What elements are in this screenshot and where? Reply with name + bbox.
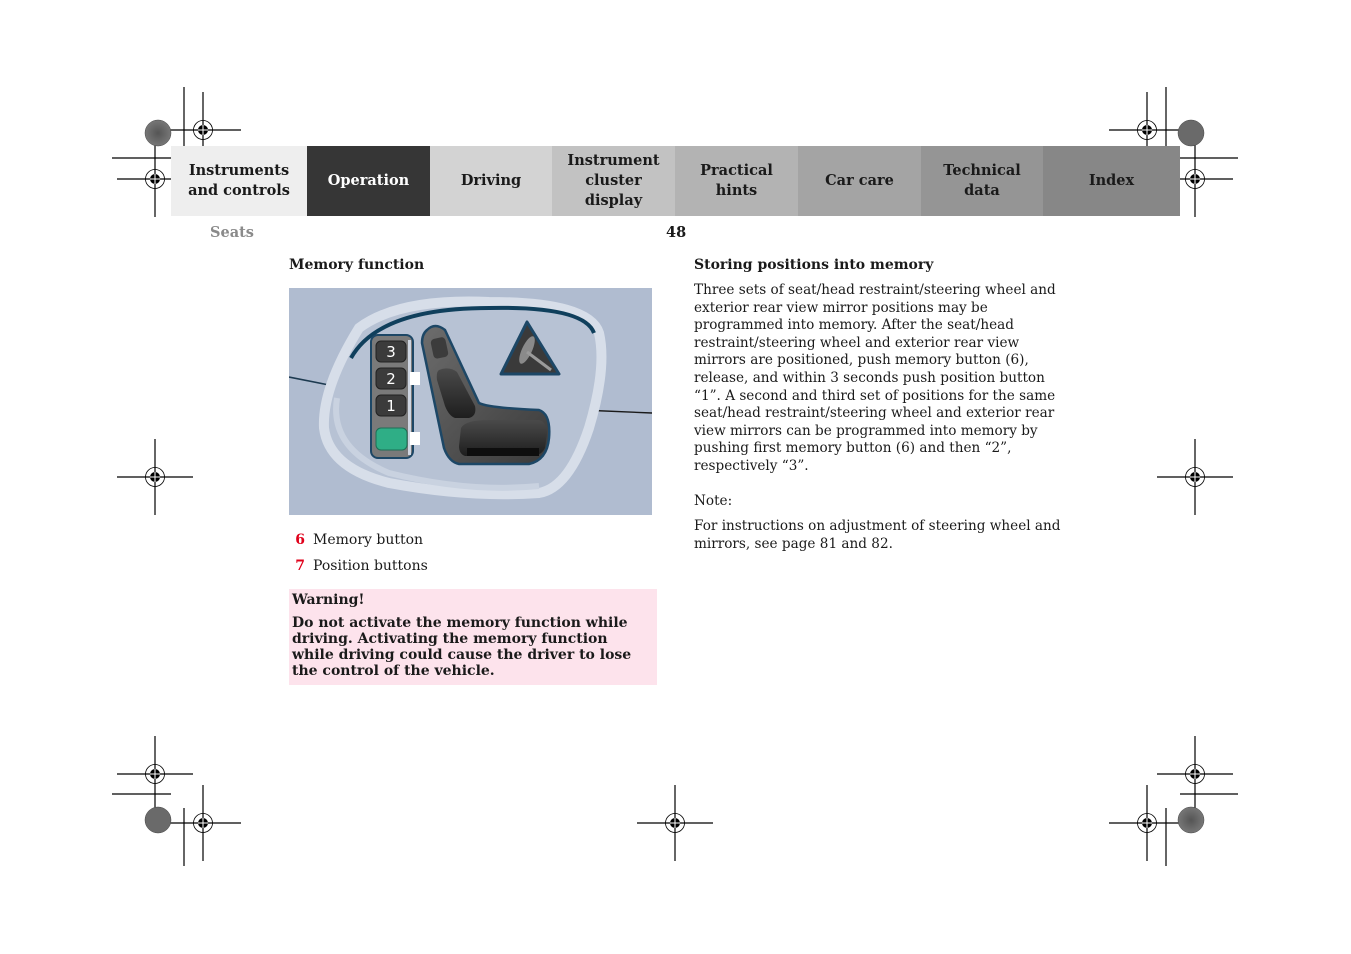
legend-label: Memory button	[313, 532, 424, 548]
color-wheel-icon	[144, 806, 172, 834]
position-button-strip: 3 2 1	[370, 334, 420, 459]
tab-instrument-cluster-display[interactable]: Instrument cluster display	[552, 146, 675, 216]
color-wheel-icon	[144, 119, 172, 147]
registration-target-icon	[1156, 438, 1234, 516]
tab-label: Technical data	[943, 162, 1021, 199]
page-number: 48	[666, 224, 687, 241]
color-wheel-icon	[1177, 119, 1205, 147]
tab-car-care[interactable]: Car care	[798, 146, 921, 216]
section-heading: Storing positions into memory	[694, 257, 934, 273]
svg-text:1: 1	[386, 397, 396, 415]
registration-target-icon	[164, 784, 242, 862]
warning-body: Do not activate the memory function whil…	[292, 615, 632, 679]
tab-label: Operation	[327, 172, 410, 189]
registration-target-icon	[116, 735, 194, 813]
illustration-legend: 6 Memory button 7 Position buttons	[289, 531, 657, 575]
note-label: Note:	[694, 492, 733, 509]
chapter-tab-bar: Instruments and controls Operation Drivi…	[171, 146, 1180, 216]
svg-text:3: 3	[386, 343, 396, 361]
tab-index[interactable]: Index	[1043, 146, 1180, 216]
svg-text:2: 2	[386, 370, 396, 388]
tab-label: Car care	[825, 172, 894, 189]
memory-function-section: Memory function 3 2 1 6 Memory button 7 …	[289, 256, 657, 685]
legend-number: 7	[295, 558, 305, 574]
legend-item: 6 Memory button	[289, 531, 657, 549]
instructions-paragraph: Three sets of seat/head restraint/steeri…	[694, 282, 1056, 474]
warning-title: Warning!	[292, 592, 365, 608]
tab-label: Index	[1088, 172, 1135, 189]
position-button-1[interactable]: 1	[375, 394, 407, 417]
section-label: Seats	[210, 224, 254, 241]
tab-practical-hints[interactable]: Practical hints	[675, 146, 798, 216]
legend-label: Position buttons	[313, 558, 428, 574]
warning-box: Warning! Do not activate the memory func…	[289, 589, 657, 685]
position-button-3[interactable]: 3	[375, 340, 407, 363]
tab-technical-data[interactable]: Technical data	[921, 146, 1043, 216]
position-button-2[interactable]: 2	[375, 367, 407, 390]
tab-operation[interactable]: Operation	[307, 146, 430, 216]
color-wheel-icon	[1177, 806, 1205, 834]
registration-target-icon	[1156, 735, 1234, 813]
registration-target-icon	[116, 438, 194, 516]
tab-label: Instruments and controls	[188, 162, 290, 199]
storing-positions-section: Storing positions into memory Three sets…	[694, 256, 1064, 553]
print-registration-marks	[112, 87, 1238, 866]
memory-button[interactable]	[375, 427, 408, 451]
legend-item: 7 Position buttons	[289, 557, 657, 575]
tab-label: Practical hints	[700, 162, 773, 199]
tab-label: Instrument cluster display	[567, 152, 660, 209]
tab-label: Driving	[460, 172, 522, 189]
section-heading: Memory function	[289, 257, 425, 273]
tab-driving[interactable]: Driving	[430, 146, 552, 216]
tab-instruments-and-controls[interactable]: Instruments and controls	[171, 146, 307, 216]
seat-panel-drawing: 3 2 1	[289, 288, 652, 515]
registration-target-icon	[1108, 784, 1186, 862]
seat-control-illustration: 3 2 1	[289, 288, 652, 515]
registration-target-icon	[636, 784, 714, 862]
legend-number: 6	[295, 532, 305, 548]
note-text: For instructions on adjustment of steeri…	[694, 518, 1061, 552]
